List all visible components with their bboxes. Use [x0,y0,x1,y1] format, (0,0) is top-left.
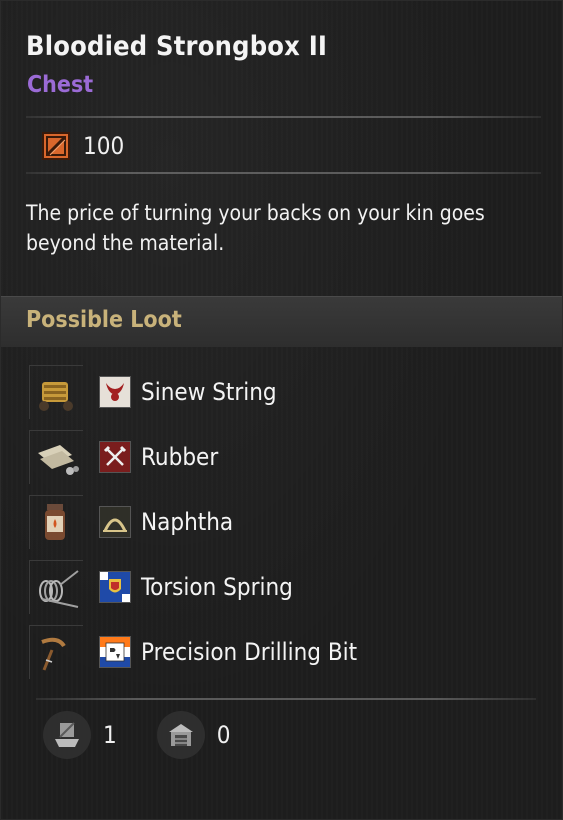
storage-building-icon [156,711,205,759]
loot-item-name: Torsion Spring [141,572,293,601]
stat1-value: 1 [103,721,117,749]
torsion-spring-icon [29,559,83,614]
loot-item-name: Rubber [141,442,219,471]
footer-stats: 1 0 [43,711,270,759]
rubber-sheets-icon [29,429,83,484]
cost-row: 100 [41,129,124,163]
item-tooltip-panel: Bloodied Strongbox II Chest 100 The pric… [0,0,563,820]
arch-emblem-icon [99,505,131,538]
dcm-flag-icon [99,635,131,668]
naphtha-jar-icon [29,494,83,549]
divider-bottom [36,698,536,700]
ship-crate-icon [43,711,91,759]
crossed-tools-emblem-icon [99,440,131,473]
loot-item[interactable]: Sinew String [29,359,549,424]
divider-top [26,116,541,118]
cost-value: 100 [83,132,125,160]
loot-section-header: Possible Loot [1,296,562,347]
loot-item-name: Sinew String [141,377,277,406]
horned-emblem-icon [99,375,131,408]
item-description: The price of turning your backs on your … [26,201,485,255]
loot-list: Sinew String Rubber Naphtha Torsion Spri… [29,359,549,684]
crate-cost-icon [42,132,70,160]
loot-item[interactable]: Precision Drilling Bit [29,619,549,684]
loot-item-name: Naphtha [141,507,234,536]
item-category: Chest [27,72,94,98]
sinew-string-icon [29,364,83,419]
heraldic-crest-icon [99,570,131,603]
drilling-bit-icon [29,624,83,679]
loot-item-name: Precision Drilling Bit [141,637,358,666]
stat2-value: 0 [216,721,231,749]
loot-item[interactable]: Torsion Spring [29,554,549,619]
item-title: Bloodied Strongbox II [26,31,328,62]
loot-item[interactable]: Rubber [29,424,549,489]
loot-item[interactable]: Naphtha [29,489,549,554]
loot-header-label: Possible Loot [26,307,182,333]
divider-mid [26,172,541,174]
